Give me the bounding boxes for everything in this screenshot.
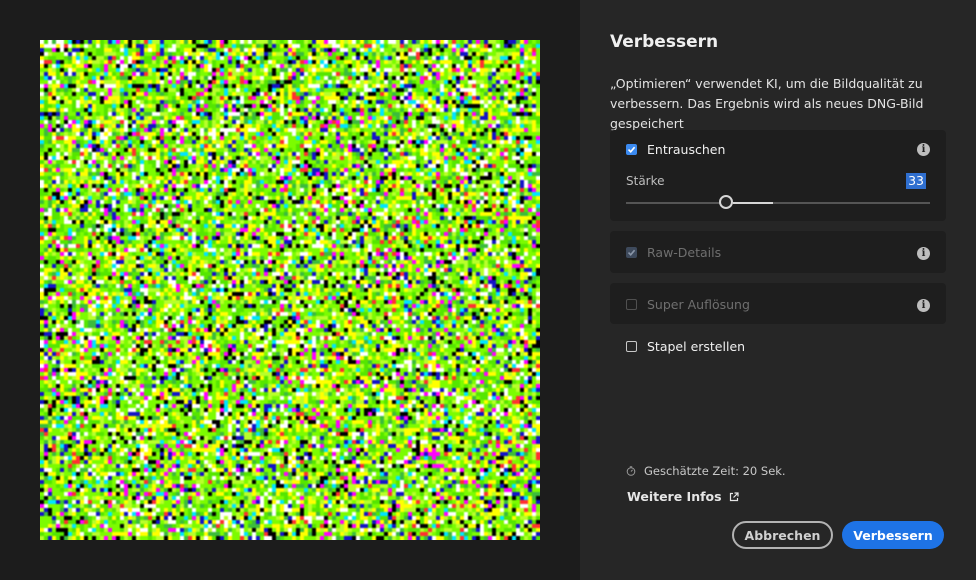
timer-icon (626, 466, 636, 476)
denoise-card: Entrauschen i Stärke 33 (610, 130, 946, 221)
create-stack-checkbox[interactable] (626, 341, 637, 352)
more-info-label: Weitere Infos (627, 489, 722, 504)
super-resolution-checkbox[interactable] (626, 299, 637, 310)
info-icon[interactable]: i (917, 247, 930, 260)
denoise-checkbox[interactable] (626, 144, 637, 155)
super-resolution-card: Super Auflösung i (610, 283, 946, 324)
estimated-time-text: Geschätzte Zeit: 20 Sek. (644, 464, 786, 478)
slider-fill (733, 202, 773, 204)
strength-label: Stärke (626, 174, 665, 188)
cancel-button[interactable]: Abbrechen (732, 521, 833, 549)
raw-details-option[interactable]: Raw-Details (626, 245, 721, 260)
more-info-link[interactable]: Weitere Infos (627, 489, 739, 504)
super-resolution-option[interactable]: Super Auflösung (626, 297, 750, 312)
enhance-dialog: Verbessern „Optimieren“ verwendet KI, um… (0, 0, 976, 580)
estimated-time: Geschätzte Zeit: 20 Sek. (626, 464, 786, 478)
info-icon[interactable]: i (917, 299, 930, 312)
external-link-icon (729, 491, 739, 501)
create-stack-label: Stapel erstellen (647, 339, 746, 354)
create-stack-option[interactable]: Stapel erstellen (626, 339, 745, 354)
denoise-option[interactable]: Entrauschen (626, 142, 725, 157)
dialog-description: „Optimieren“ verwendet KI, um die Bildqu… (610, 76, 924, 131)
enhance-button[interactable]: Verbessern (842, 521, 944, 549)
preview-pane (0, 0, 580, 580)
raw-details-label: Raw-Details (647, 245, 722, 260)
raw-details-card: Raw-Details i (610, 231, 946, 273)
slider-thumb[interactable] (719, 195, 733, 209)
raw-details-checkbox[interactable] (626, 247, 637, 258)
settings-pane: Verbessern „Optimieren“ verwendet KI, um… (580, 0, 976, 580)
preview-image (40, 40, 540, 540)
dialog-title: Verbessern (610, 32, 719, 52)
super-resolution-label: Super Auflösung (647, 297, 750, 312)
strength-slider[interactable] (626, 195, 930, 209)
denoise-label: Entrauschen (647, 142, 726, 157)
strength-value[interactable]: 33 (906, 173, 926, 189)
info-icon[interactable]: i (917, 143, 930, 156)
